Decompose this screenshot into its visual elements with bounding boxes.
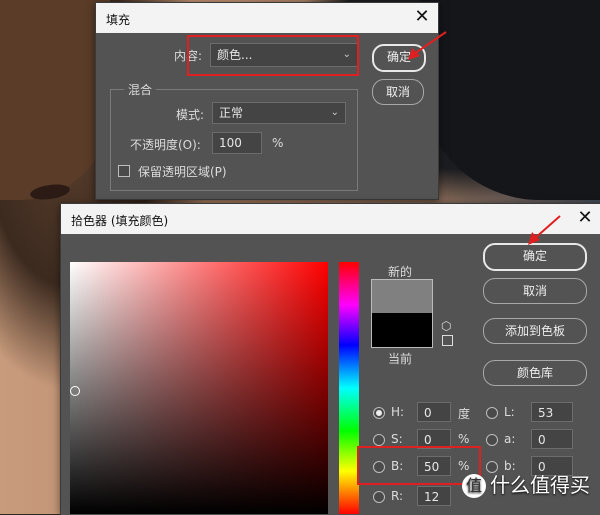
h-label: H:	[391, 405, 405, 419]
s-unit: %	[458, 432, 470, 446]
color-libraries-button[interactable]: 颜色库	[483, 360, 587, 386]
annotation-box-content	[187, 35, 359, 76]
fill-dialog: 填充 ✕ 内容: 颜色... ⌄ 确定 取消 混合 模式: 正常 ⌄ 不透明度(…	[95, 2, 439, 200]
preserve-transparency-label: 保留透明区域(P)	[138, 165, 227, 179]
l-input[interactable]: 53	[531, 402, 573, 422]
picker-ok-button[interactable]: 确定	[483, 243, 587, 271]
picker-cancel-button[interactable]: 取消	[483, 278, 587, 304]
l-label: L:	[504, 405, 515, 419]
close-icon[interactable]: ✕	[412, 7, 432, 27]
mode-label: 模式:	[176, 108, 205, 122]
radio-h[interactable]	[373, 407, 385, 419]
a-label: a:	[504, 432, 516, 446]
fill-cancel-button[interactable]: 取消	[372, 79, 424, 105]
new-color-label: 新的	[388, 265, 413, 279]
opacity-label: 不透明度(O):	[130, 138, 201, 152]
current-color-swatch[interactable]	[371, 313, 433, 348]
chevron-down-icon: ⌄	[330, 107, 339, 118]
mode-select-value: 正常	[219, 106, 244, 120]
saturation-brightness-field[interactable]	[70, 262, 328, 514]
mode-select[interactable]: 正常 ⌄	[212, 102, 346, 124]
color-field-cursor[interactable]	[70, 386, 80, 396]
current-color-label: 当前	[388, 352, 413, 366]
r-input[interactable]: 12	[417, 486, 451, 506]
add-to-swatches-button[interactable]: 添加到色板	[483, 318, 587, 344]
annotation-arrow-picker-ok	[528, 215, 561, 245]
hue-slider[interactable]	[339, 262, 359, 514]
opacity-unit: %	[272, 136, 284, 150]
fill-dialog-titlebar: 填充 ✕	[96, 3, 438, 33]
picker-title: 拾色器 (填充颜色)	[71, 214, 169, 228]
watermark-text: 什么值得买	[490, 472, 590, 497]
web-color-square-icon[interactable]	[442, 335, 453, 346]
annotation-arrow-fill-ok	[408, 31, 447, 60]
watermark: 值什么值得买	[462, 469, 590, 498]
r-label: R:	[391, 489, 404, 503]
picker-titlebar: 拾色器 (填充颜色) ✕	[61, 204, 600, 234]
opacity-input[interactable]: 100	[212, 132, 262, 154]
s-label: S:	[391, 432, 403, 446]
watermark-badge: 值	[462, 474, 486, 498]
close-icon[interactable]: ✕	[575, 208, 595, 228]
h-input[interactable]: 0	[417, 402, 451, 422]
h-unit: 度	[458, 407, 471, 421]
fill-dialog-title: 填充	[106, 13, 131, 27]
radio-s[interactable]	[373, 434, 385, 446]
radio-r[interactable]	[373, 491, 385, 503]
a-input[interactable]: 0	[531, 429, 573, 449]
radio-l[interactable]	[486, 407, 498, 419]
out-of-gamut-cube-icon[interactable]: ⬡	[441, 319, 451, 333]
radio-a[interactable]	[486, 434, 498, 446]
blend-group-label: 混合	[124, 81, 157, 98]
preserve-transparency-checkbox[interactable]	[118, 165, 130, 177]
new-color-swatch	[371, 279, 433, 315]
